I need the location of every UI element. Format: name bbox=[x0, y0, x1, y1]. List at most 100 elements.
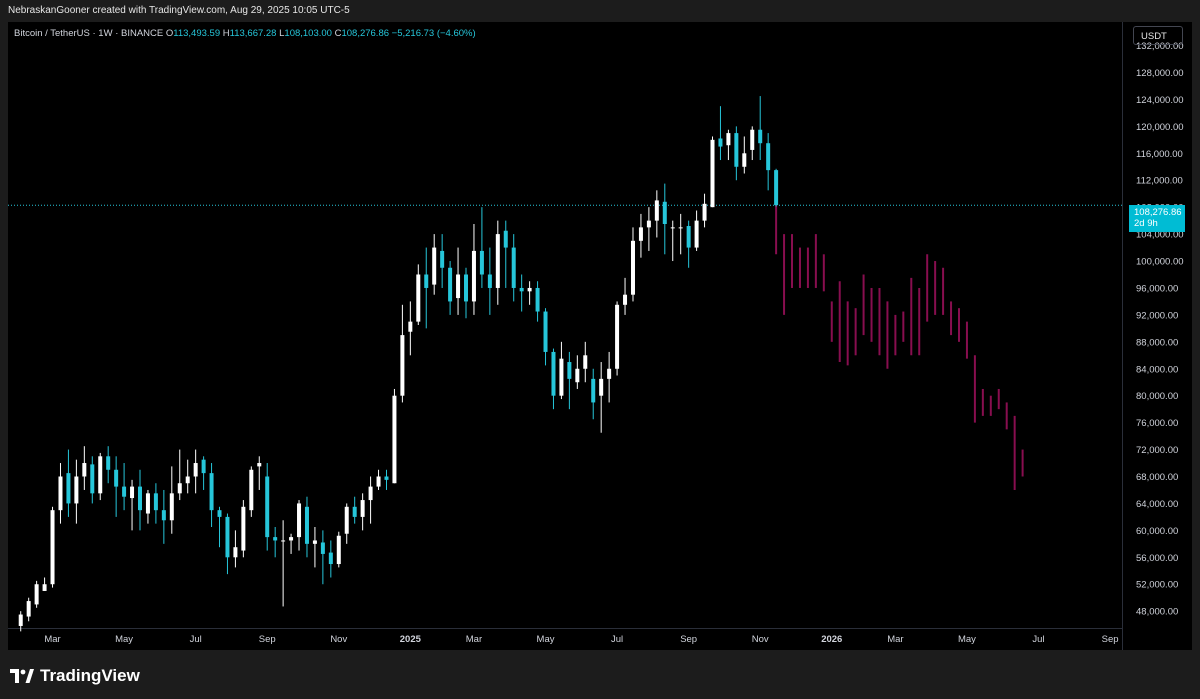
bar-countdown: 2d 9h bbox=[1134, 218, 1158, 229]
candle-body bbox=[424, 274, 429, 288]
y-tick-label: 92,000.00 bbox=[1136, 310, 1178, 321]
x-tick-label: Jul bbox=[1032, 634, 1044, 645]
last-price-value: 108,276.86 bbox=[1134, 207, 1182, 218]
attribution-bar: NebraskanGooner created with TradingView… bbox=[0, 0, 1200, 22]
candle-body bbox=[750, 129, 755, 150]
candle-body bbox=[742, 153, 747, 167]
candle-body bbox=[567, 362, 572, 379]
candle-body bbox=[448, 267, 453, 302]
last-price-tag: 108,276.86 2d 9h bbox=[1129, 205, 1185, 232]
candle-body bbox=[694, 220, 699, 248]
candle-body bbox=[18, 614, 23, 626]
candle-body bbox=[511, 247, 516, 288]
candle-body bbox=[527, 287, 532, 292]
candle-body bbox=[122, 486, 127, 497]
tradingview-logo[interactable]: TradingView bbox=[10, 666, 140, 686]
open-value: 113,493.59 bbox=[173, 28, 221, 39]
y-tick-label: 48,000.00 bbox=[1136, 607, 1178, 618]
candle-body bbox=[201, 459, 206, 474]
candle-body bbox=[50, 510, 55, 585]
candle-body bbox=[535, 287, 540, 312]
candle-body bbox=[114, 469, 119, 487]
y-tick-label: 112,000.00 bbox=[1136, 176, 1183, 187]
tradingview-logo-icon bbox=[10, 669, 34, 683]
y-tick-label: 64,000.00 bbox=[1136, 499, 1178, 510]
candle-body bbox=[289, 537, 294, 541]
footer: TradingView bbox=[0, 650, 1200, 699]
candle-body bbox=[177, 483, 182, 494]
x-tick-label: Mar bbox=[466, 634, 482, 645]
y-tick-label: 56,000.00 bbox=[1136, 553, 1178, 564]
candle-body bbox=[98, 456, 103, 494]
high-label: H bbox=[222, 28, 230, 39]
chart-background bbox=[8, 22, 1192, 650]
candle-body bbox=[376, 476, 381, 487]
candle-body bbox=[678, 227, 683, 229]
candle-body bbox=[161, 510, 166, 521]
x-tick-label: Sep bbox=[680, 634, 697, 645]
candle-body bbox=[58, 476, 63, 511]
x-tick-label: Sep bbox=[1102, 634, 1119, 645]
candle-body bbox=[320, 542, 325, 554]
y-tick-label: 80,000.00 bbox=[1136, 391, 1178, 402]
candle-body bbox=[734, 133, 739, 167]
x-tick-label: Jul bbox=[190, 634, 202, 645]
candle-body bbox=[662, 201, 667, 224]
x-tick-label: Nov bbox=[752, 634, 769, 645]
candle-body bbox=[42, 584, 47, 591]
candle-body bbox=[304, 506, 309, 544]
x-tick-label: Jul bbox=[611, 634, 623, 645]
candle-body bbox=[137, 486, 142, 511]
candle-body bbox=[281, 540, 286, 542]
ohlc-legend: Bitcoin / TetherUS · 1W · BINANCE O113,4… bbox=[14, 28, 476, 39]
currency-button[interactable]: USDT bbox=[1133, 26, 1183, 45]
candle-body bbox=[185, 476, 190, 484]
y-tick-label: 52,000.00 bbox=[1136, 580, 1178, 591]
candle-body bbox=[241, 506, 246, 551]
y-tick-label: 96,000.00 bbox=[1136, 283, 1178, 294]
candle-body bbox=[487, 274, 492, 288]
symbol-label[interactable]: Bitcoin / TetherUS · 1W · BINANCE bbox=[14, 28, 163, 39]
y-tick-label: 100,000.00 bbox=[1136, 257, 1184, 268]
candle-body bbox=[169, 493, 174, 521]
candle-body bbox=[575, 368, 580, 383]
close-value: 108,276.86 bbox=[341, 28, 390, 39]
x-tick-label: May bbox=[537, 634, 555, 645]
candle-body bbox=[193, 463, 198, 477]
y-tick-label: 60,000.00 bbox=[1136, 526, 1178, 537]
candle-body bbox=[257, 463, 262, 467]
candle-body bbox=[758, 129, 763, 144]
candle-body bbox=[519, 287, 524, 292]
candlestick-chart[interactable]: 48,000.00 52,000.00 56,000.00 60,000.00 64,0… bbox=[8, 22, 1192, 650]
candle-body bbox=[543, 311, 548, 352]
candle-body bbox=[352, 506, 357, 517]
candle-body bbox=[145, 493, 150, 514]
x-tick-label: May bbox=[115, 634, 133, 645]
candle-body bbox=[66, 473, 71, 504]
candle-body bbox=[726, 133, 731, 146]
candle-body bbox=[90, 464, 95, 494]
candle-body bbox=[209, 473, 214, 511]
chart-area[interactable]: 48,000.00 52,000.00 56,000.00 60,000.00 64,0… bbox=[8, 22, 1192, 650]
candle-body bbox=[368, 486, 373, 501]
y-tick-label: 68,000.00 bbox=[1136, 472, 1178, 483]
candle-body bbox=[710, 139, 715, 208]
candle-body bbox=[328, 552, 333, 565]
candle-body bbox=[392, 395, 397, 484]
attribution-text: NebraskanGooner created with TradingView… bbox=[8, 5, 350, 16]
tradingview-brand: TradingView bbox=[40, 666, 140, 685]
candle-body bbox=[384, 476, 389, 480]
candle-body bbox=[440, 250, 445, 268]
candle-body bbox=[686, 226, 691, 248]
candle-body bbox=[607, 368, 612, 379]
candle-body bbox=[416, 274, 421, 322]
candle-body bbox=[464, 274, 469, 302]
x-tick-label: 2025 bbox=[400, 634, 422, 645]
y-tick-label: 116,000.00 bbox=[1136, 149, 1183, 160]
candle-body bbox=[623, 294, 628, 305]
x-tick-label: Nov bbox=[330, 634, 347, 645]
x-tick-label: Mar bbox=[887, 634, 903, 645]
high-value: 113,667.28 bbox=[229, 28, 277, 39]
candle-body bbox=[646, 220, 651, 228]
y-tick-label: 76,000.00 bbox=[1136, 418, 1178, 429]
